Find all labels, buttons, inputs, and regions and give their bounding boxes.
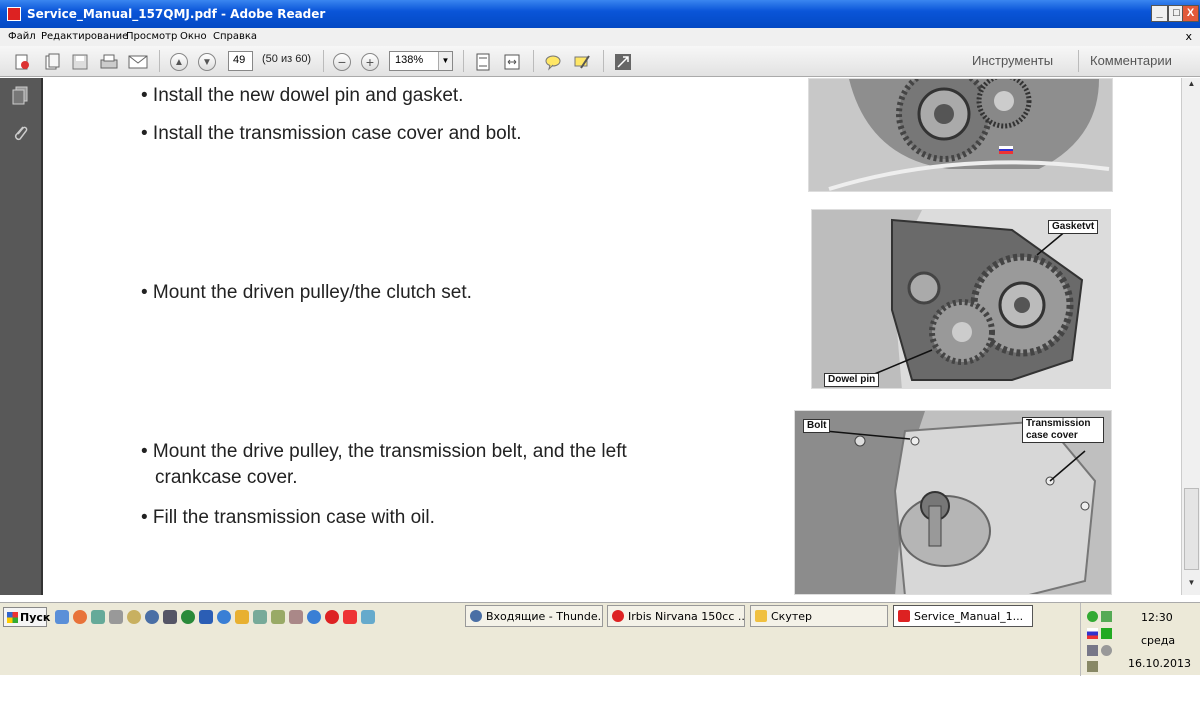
app-quicklaunch-icon[interactable]: [127, 610, 141, 624]
task-folder[interactable]: Скутер: [750, 605, 888, 627]
photo-label: Bolt: [803, 419, 831, 433]
comments-pane-button[interactable]: Комментарии: [1090, 53, 1172, 68]
document-close-button[interactable]: x: [1185, 30, 1192, 43]
tray-app-icon[interactable]: [1087, 661, 1098, 672]
yandex-quicklaunch-icon[interactable]: [343, 610, 357, 624]
ie-quicklaunch-icon[interactable]: [307, 610, 321, 624]
navigation-pane: [0, 78, 43, 595]
clock-day: среда: [1141, 634, 1176, 647]
window-title: Service_Manual_157QMJ.pdf - Adobe Reader: [27, 7, 326, 21]
close-button[interactable]: X: [1182, 5, 1199, 22]
photo-label: Dowel pin: [824, 373, 880, 387]
app-quicklaunch-icon[interactable]: [289, 610, 303, 624]
create-pdf-icon[interactable]: [12, 52, 32, 72]
scroll-up-icon[interactable]: ▲: [1184, 79, 1199, 94]
task-thunderbird[interactable]: Входящие - Thunde...: [465, 605, 603, 627]
app-quicklaunch-icon[interactable]: [163, 610, 177, 624]
next-page-icon[interactable]: ▼: [198, 53, 216, 71]
instruction-text: • Install the transmission case cover an…: [141, 123, 522, 144]
mail-quicklaunch-icon[interactable]: [91, 610, 105, 624]
highlight-icon[interactable]: [572, 52, 592, 72]
zoom-select[interactable]: 138% ▼: [389, 51, 453, 71]
menu-file[interactable]: Файл: [8, 31, 36, 42]
gear-photo-top: [808, 78, 1113, 192]
fullscreen-icon[interactable]: [613, 52, 633, 72]
instruction-text: • Mount the driven pulley/the clutch set…: [141, 282, 472, 303]
instruction-text: • Mount the drive pulley, the transmissi…: [141, 441, 627, 462]
photo-label-line: case cover: [1026, 430, 1078, 441]
attachments-icon[interactable]: [11, 123, 29, 143]
system-tray: 12:30 среда 16.10.2013: [1080, 603, 1200, 676]
gasket-photo: Gasketvt Dowel pin: [811, 209, 1111, 389]
app-quicklaunch-icon[interactable]: [271, 610, 285, 624]
adobe-reader-icon: [898, 610, 910, 622]
task-label: Service_Manual_1...: [914, 610, 1024, 623]
taskbar: Пуск Входящие - Thunde... Irbis Nirvana …: [0, 602, 1200, 676]
app-quicklaunch-icon[interactable]: [361, 610, 375, 624]
task-label: Скутер: [771, 610, 812, 623]
photo-label-line: Transmission: [1026, 418, 1091, 429]
ie-quicklaunch-icon[interactable]: [55, 610, 69, 624]
zoom-in-icon[interactable]: +: [361, 53, 379, 71]
task-label: Входящие - Thunde...: [486, 610, 603, 623]
opera-icon: [612, 610, 624, 622]
language-flag-icon[interactable]: [1087, 628, 1098, 639]
task-adobe-reader[interactable]: Service_Manual_1...: [893, 605, 1033, 627]
previous-page-icon[interactable]: ▲: [170, 53, 188, 71]
zoom-value: 138%: [395, 54, 424, 66]
menu-edit[interactable]: Редактирование: [41, 31, 128, 42]
clock-time[interactable]: 12:30: [1141, 611, 1173, 624]
document-view[interactable]: • Install the new dowel pin and gasket. …: [45, 78, 1181, 595]
chevron-down-icon[interactable]: ▼: [438, 52, 452, 70]
app-quicklaunch-icon[interactable]: [181, 610, 195, 624]
print-icon[interactable]: [99, 52, 119, 72]
instruction-text: crankcase cover.: [155, 467, 298, 488]
comment-icon[interactable]: [543, 52, 563, 72]
menu-bar: Файл Редактирование Просмотр Окно Справк…: [0, 28, 1200, 46]
email-icon[interactable]: [128, 52, 148, 72]
task-opera[interactable]: Irbis Nirvana 150cc ...: [607, 605, 745, 627]
tray-app-icon[interactable]: [1087, 645, 1098, 656]
network-icon[interactable]: [1087, 611, 1098, 622]
menu-help[interactable]: Справка: [213, 31, 257, 42]
clock-date: 16.10.2013: [1128, 657, 1191, 670]
photo-label: Transmission case cover: [1022, 417, 1104, 443]
tray-app-icon[interactable]: [1101, 611, 1112, 622]
folder-icon: [755, 610, 767, 622]
scroll-thumb[interactable]: [1184, 488, 1199, 570]
firefox-quicklaunch-icon[interactable]: [73, 610, 87, 624]
page-count: (50 из 60): [262, 53, 312, 65]
case-cover-photo: Bolt Transmission case cover: [794, 410, 1112, 595]
task-label: Irbis Nirvana 150cc ...: [628, 610, 745, 623]
minimize-button[interactable]: _: [1151, 5, 1168, 22]
instruction-text: • Install the new dowel pin and gasket.: [141, 85, 464, 106]
tray-app-icon[interactable]: [1101, 645, 1112, 656]
start-button[interactable]: Пуск: [3, 607, 50, 627]
tools-pane-button[interactable]: Инструменты: [972, 53, 1053, 68]
opera-quicklaunch-icon[interactable]: [325, 610, 339, 624]
zoom-out-icon[interactable]: −: [333, 53, 351, 71]
app-quicklaunch-icon[interactable]: [253, 610, 267, 624]
page-number-input[interactable]: 49: [228, 51, 253, 71]
fit-width-icon[interactable]: [502, 52, 522, 72]
tray-app-icon[interactable]: [1101, 628, 1112, 639]
thunderbird-icon: [470, 610, 482, 622]
menu-view[interactable]: Просмотр: [126, 31, 177, 42]
save-icon[interactable]: [70, 52, 90, 72]
ie-quicklaunch-icon[interactable]: [217, 610, 231, 624]
vertical-scrollbar[interactable]: ▲ ▼: [1181, 78, 1200, 595]
adobe-reader-icon: [7, 7, 21, 21]
scroll-down-icon[interactable]: ▼: [1184, 578, 1199, 593]
photo-label: Gasketvt: [1048, 220, 1099, 234]
open-icon[interactable]: [42, 52, 62, 72]
instruction-text: • Fill the transmission case with oil.: [141, 507, 435, 528]
app-quicklaunch-icon[interactable]: [109, 610, 123, 624]
page-thumbnails-icon[interactable]: [11, 86, 29, 106]
word-quicklaunch-icon[interactable]: [199, 610, 213, 624]
menu-window[interactable]: Окно: [180, 31, 207, 42]
fit-page-icon[interactable]: [473, 52, 493, 72]
title-bar: Service_Manual_157QMJ.pdf - Adobe Reader…: [0, 0, 1200, 28]
app-quicklaunch-icon[interactable]: [235, 610, 249, 624]
app-quicklaunch-icon[interactable]: [145, 610, 159, 624]
